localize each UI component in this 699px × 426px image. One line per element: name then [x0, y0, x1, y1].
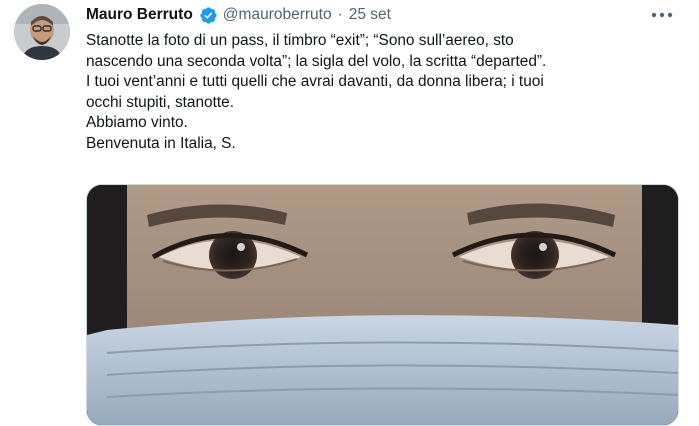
tweet-text-line: Abbiamo vinto.: [86, 114, 188, 131]
tweet-text-line: occhi stupiti, stanotte.: [86, 93, 234, 111]
tweet-media-image[interactable]: [86, 184, 679, 426]
avatar-photo: [14, 4, 70, 60]
verified-badge-icon: [199, 6, 218, 25]
tweet-text-line: nascendo una seconda volta”; la sigla de…: [86, 52, 547, 70]
tweet-text-line: Stanotte la foto di un pass, il timbro “…: [86, 32, 514, 49]
avatar[interactable]: [14, 4, 70, 60]
tweet-date[interactable]: 25 set: [349, 6, 391, 24]
more-options-icon[interactable]: [647, 4, 677, 26]
author-handle[interactable]: @mauroberruto: [223, 6, 332, 24]
separator-dot: ·: [337, 6, 343, 23]
tweet-text: Stanotte la foto di un pass, il timbro “…: [86, 31, 671, 154]
photo-woman-eyes-face-mask: [87, 185, 678, 425]
author-name[interactable]: Mauro Berruto: [86, 6, 193, 24]
tweet-header: Mauro Berruto @mauroberruto · 25 set: [86, 4, 391, 26]
tweet-text-line: I tuoi vent’anni e tutti quelli che avra…: [86, 73, 544, 90]
tweet-text-line: Benvenuta in Italia, S.: [86, 134, 236, 152]
